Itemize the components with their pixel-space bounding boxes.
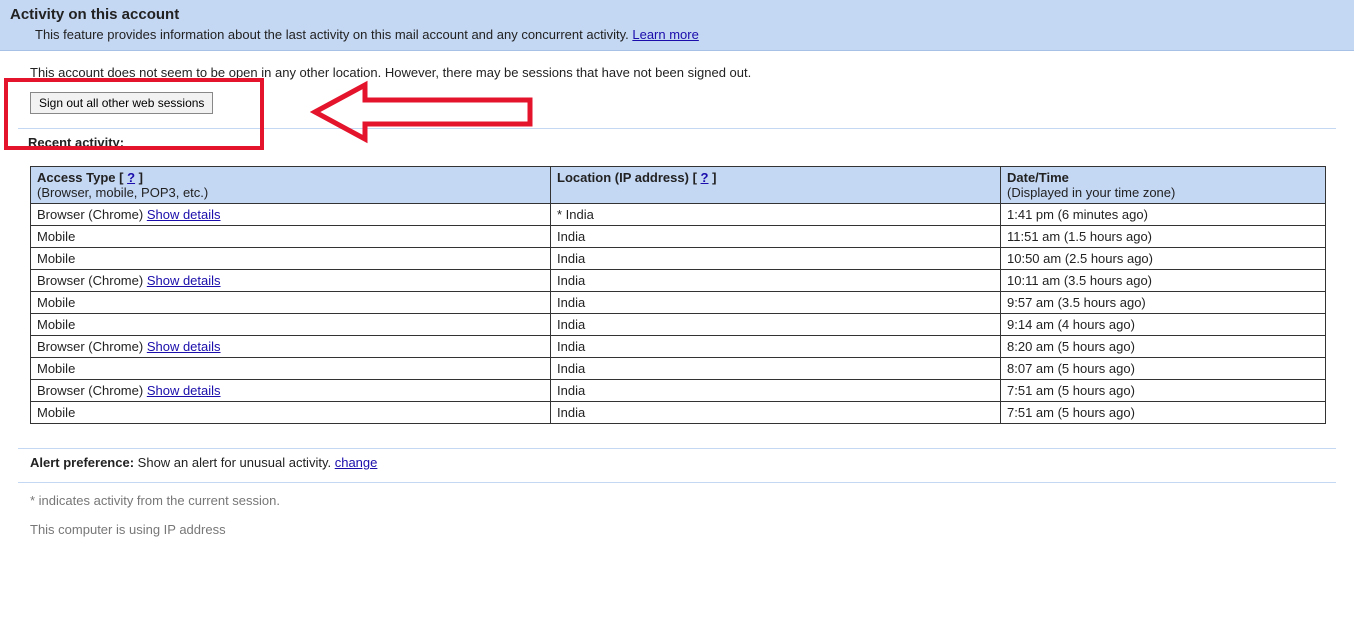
alert-pref-change-link[interactable]: change <box>335 455 378 470</box>
col-access-type: Access Type [ ? ] (Browser, mobile, POP3… <box>31 167 551 204</box>
signout-section: Sign out all other web sessions <box>0 86 1354 118</box>
footer-ip-line: This computer is using IP address <box>30 522 1336 537</box>
page-title: Activity on this account <box>10 6 1344 23</box>
cell-datetime: 9:57 am (3.5 hours ago) <box>1001 292 1326 314</box>
cell-access-type: Browser (Chrome) Show details <box>31 270 551 292</box>
table-row: Browser (Chrome) Show detailsIndia7:51 a… <box>31 380 1326 402</box>
cell-location: India <box>551 292 1001 314</box>
access-type-label: Access Type <box>37 170 116 185</box>
open-location-text: This account does not seem to be open in… <box>0 51 1354 86</box>
feature-description: This feature provides information about … <box>10 27 1344 42</box>
cell-datetime: 10:50 am (2.5 hours ago) <box>1001 248 1326 270</box>
alert-preference: Alert preference: Show an alert for unus… <box>18 448 1336 474</box>
show-details-link[interactable]: Show details <box>147 339 221 354</box>
access-type-value: Mobile <box>37 405 75 420</box>
table-row: Mobile India7:51 am (5 hours ago) <box>31 402 1326 424</box>
footer: * indicates activity from the current se… <box>18 482 1336 557</box>
cell-access-type: Browser (Chrome) Show details <box>31 336 551 358</box>
cell-location: India <box>551 314 1001 336</box>
access-type-value: Mobile <box>37 317 75 332</box>
access-type-value: Browser (Chrome) <box>37 383 143 398</box>
cell-datetime: 8:07 am (5 hours ago) <box>1001 358 1326 380</box>
show-details-link[interactable]: Show details <box>147 207 221 222</box>
cell-access-type: Browser (Chrome) Show details <box>31 380 551 402</box>
col-datetime: Date/Time (Displayed in your time zone) <box>1001 167 1326 204</box>
datetime-sub: (Displayed in your time zone) <box>1007 185 1175 200</box>
alert-pref-label: Alert preference: <box>30 455 134 470</box>
feature-description-text: This feature provides information about … <box>35 27 629 42</box>
access-type-sub: (Browser, mobile, POP3, etc.) <box>37 185 208 200</box>
location-label: Location (IP address) <box>557 170 689 185</box>
access-type-value: Mobile <box>37 295 75 310</box>
table-row: Mobile India9:57 am (3.5 hours ago) <box>31 292 1326 314</box>
cell-access-type: Mobile <box>31 292 551 314</box>
table-row: Mobile India11:51 am (1.5 hours ago) <box>31 226 1326 248</box>
sign-out-all-sessions-button[interactable]: Sign out all other web sessions <box>30 92 213 114</box>
table-row: Browser (Chrome) Show details* India1:41… <box>31 204 1326 226</box>
cell-datetime: 7:51 am (5 hours ago) <box>1001 380 1326 402</box>
table-row: Browser (Chrome) Show detailsIndia10:11 … <box>31 270 1326 292</box>
access-type-value: Browser (Chrome) <box>37 273 143 288</box>
table-row: Mobile India9:14 am (4 hours ago) <box>31 314 1326 336</box>
footer-asterisk-note: * indicates activity from the current se… <box>30 493 1336 508</box>
access-type-help-link[interactable]: ? <box>127 170 135 185</box>
recent-activity-heading: Recent activity: <box>0 129 1354 156</box>
access-type-value: Browser (Chrome) <box>37 339 143 354</box>
access-type-value: Mobile <box>37 229 75 244</box>
location-help-link[interactable]: ? <box>701 170 709 185</box>
cell-location: India <box>551 380 1001 402</box>
cell-access-type: Mobile <box>31 226 551 248</box>
activity-table: Access Type [ ? ] (Browser, mobile, POP3… <box>30 166 1326 424</box>
cell-location: India <box>551 402 1001 424</box>
access-type-value: Mobile <box>37 251 75 266</box>
cell-datetime: 7:51 am (5 hours ago) <box>1001 402 1326 424</box>
cell-access-type: Browser (Chrome) Show details <box>31 204 551 226</box>
learn-more-link[interactable]: Learn more <box>632 27 698 42</box>
cell-location: India <box>551 336 1001 358</box>
cell-datetime: 8:20 am (5 hours ago) <box>1001 336 1326 358</box>
table-row: Browser (Chrome) Show detailsIndia8:20 a… <box>31 336 1326 358</box>
show-details-link[interactable]: Show details <box>147 383 221 398</box>
access-type-value: Browser (Chrome) <box>37 207 143 222</box>
cell-datetime: 9:14 am (4 hours ago) <box>1001 314 1326 336</box>
alert-pref-text: Show an alert for unusual activity. <box>138 455 331 470</box>
cell-location: India <box>551 226 1001 248</box>
cell-location: India <box>551 248 1001 270</box>
activity-table-header-row: Access Type [ ? ] (Browser, mobile, POP3… <box>31 167 1326 204</box>
col-location: Location (IP address) [ ? ] <box>551 167 1001 204</box>
cell-location: India <box>551 358 1001 380</box>
cell-access-type: Mobile <box>31 358 551 380</box>
cell-access-type: Mobile <box>31 402 551 424</box>
table-row: Mobile India8:07 am (5 hours ago) <box>31 358 1326 380</box>
header-band: Activity on this account This feature pr… <box>0 0 1354 51</box>
cell-location: India <box>551 270 1001 292</box>
cell-location: * India <box>551 204 1001 226</box>
access-type-value: Mobile <box>37 361 75 376</box>
cell-access-type: Mobile <box>31 314 551 336</box>
cell-access-type: Mobile <box>31 248 551 270</box>
table-row: Mobile India10:50 am (2.5 hours ago) <box>31 248 1326 270</box>
cell-datetime: 10:11 am (3.5 hours ago) <box>1001 270 1326 292</box>
datetime-label: Date/Time <box>1007 170 1069 185</box>
cell-datetime: 11:51 am (1.5 hours ago) <box>1001 226 1326 248</box>
cell-datetime: 1:41 pm (6 minutes ago) <box>1001 204 1326 226</box>
show-details-link[interactable]: Show details <box>147 273 221 288</box>
